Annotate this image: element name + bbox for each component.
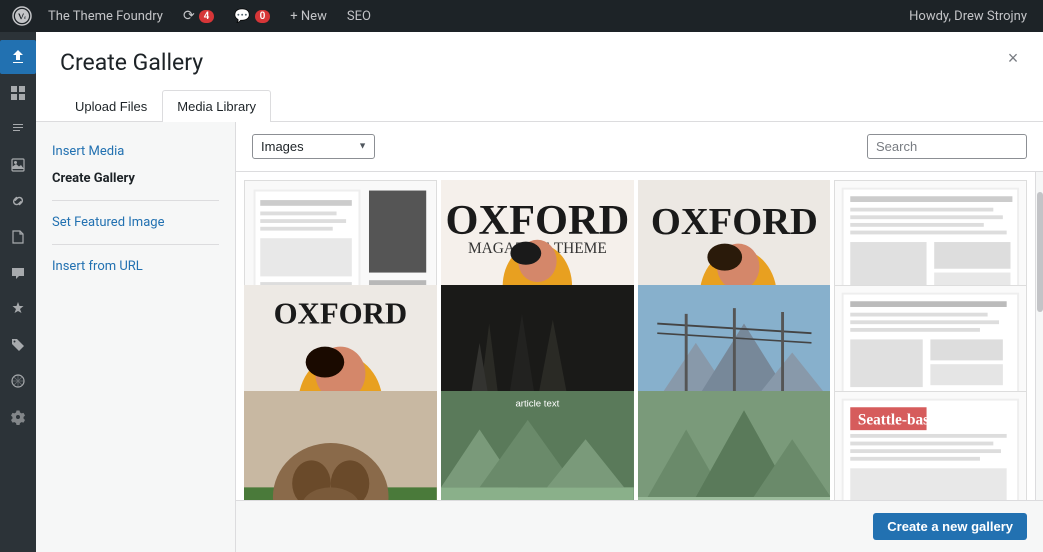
modal-tabs: Upload Files Media Library — [36, 90, 1043, 122]
svg-text:OXFORD: OXFORD — [274, 297, 408, 331]
modal-main-content: Images All Media Items Audio Video — [236, 122, 1043, 552]
scrollbar-thumb[interactable] — [1037, 192, 1043, 312]
sidebar-item-set-featured[interactable]: Set Featured Image — [36, 209, 235, 236]
svg-text:Seattle-based: Seattle-based — [858, 411, 945, 428]
sidebar-icon-appearance[interactable] — [0, 364, 36, 398]
comment-icon: 💬 — [234, 9, 250, 24]
sidebar-icon-pages[interactable] — [0, 220, 36, 254]
sidebar-icon-media[interactable] — [0, 148, 36, 182]
sidebar-item-create-gallery[interactable]: Create Gallery — [36, 165, 235, 192]
tab-upload[interactable]: Upload Files — [60, 90, 162, 122]
sidebar-icon-links[interactable] — [0, 184, 36, 218]
image-thumb[interactable] — [638, 391, 831, 500]
tab-library[interactable]: Media Library — [162, 90, 271, 122]
wp-logo[interactable] — [8, 0, 36, 32]
sidebar-icon-settings[interactable] — [0, 400, 36, 434]
filter-bar: Images All Media Items Audio Video — [236, 122, 1043, 172]
sidebar-icon-tags[interactable] — [0, 328, 36, 362]
site-name: The Theme Foundry — [48, 9, 163, 24]
sidebar-icon-upload[interactable] — [0, 40, 36, 74]
wp-sidebar — [0, 32, 36, 552]
seo-bar-item[interactable]: SEO — [339, 0, 379, 32]
new-bar-item[interactable]: + New — [282, 0, 335, 32]
svg-text:OXFORD: OXFORD — [445, 197, 629, 244]
filter-type-select[interactable]: Images All Media Items Audio Video — [252, 134, 375, 159]
admin-bar-right: Howdy, Drew Strojny — [901, 0, 1035, 32]
search-input[interactable] — [867, 134, 1027, 159]
updates-bar-item[interactable]: ⟳ 4 — [175, 0, 222, 32]
modal-left-sidebar: Insert Media Create Gallery Set Featured… — [36, 122, 236, 552]
modal-body: Insert Media Create Gallery Set Featured… — [36, 122, 1043, 552]
sidebar-icon-comments[interactable] — [0, 256, 36, 290]
comments-bar-item[interactable]: 💬 0 — [226, 0, 278, 32]
sidebar-icon-dashboard[interactable] — [0, 76, 36, 110]
svg-text:OXFORD: OXFORD — [650, 201, 817, 243]
site-name-bar-item[interactable]: The Theme Foundry — [40, 0, 171, 32]
modal-overlay: Create Gallery × Upload Files Media Libr… — [36, 32, 1043, 552]
create-gallery-button[interactable]: Create a new gallery — [873, 513, 1027, 540]
admin-bar: The Theme Foundry ⟳ 4 💬 0 + New SEO Howd… — [0, 0, 1043, 32]
new-label: + New — [290, 9, 327, 24]
modal-header: Create Gallery × — [36, 32, 1043, 90]
create-gallery-modal: Create Gallery × Upload Files Media Libr… — [36, 32, 1043, 552]
image-thumb[interactable] — [244, 391, 437, 500]
sidebar-divider-2 — [52, 244, 219, 245]
sidebar-icon-posts[interactable] — [0, 112, 36, 146]
sidebar-item-insert-url[interactable]: Insert from URL — [36, 253, 235, 280]
image-thumb[interactable]: Seattle-based — [834, 391, 1027, 500]
modal-footer: Create a new gallery — [236, 500, 1043, 552]
update-icon: ⟳ — [183, 8, 195, 24]
sidebar-item-insert-media[interactable]: Insert Media — [36, 138, 235, 165]
update-count: 4 — [199, 10, 215, 23]
svg-text:article text: article text — [515, 398, 559, 409]
close-button[interactable]: × — [999, 44, 1027, 72]
grid-scroll-area: OXFORD MAGAZINE THEME Seattle-based desi… — [236, 172, 1043, 500]
sidebar-divider — [52, 200, 219, 201]
modal-title: Create Gallery — [60, 48, 1019, 78]
comment-count: 0 — [255, 10, 271, 23]
filter-type-wrap: Images All Media Items Audio Video — [252, 134, 375, 159]
howdy-item[interactable]: Howdy, Drew Strojny — [901, 0, 1035, 32]
scrollbar-track[interactable] — [1035, 172, 1043, 500]
howdy-text: Howdy, Drew Strojny — [909, 9, 1027, 24]
seo-label: SEO — [347, 9, 371, 24]
image-thumb[interactable]: article text — [441, 391, 634, 500]
image-grid: OXFORD MAGAZINE THEME Seattle-based desi… — [236, 172, 1035, 500]
sidebar-icon-pin[interactable] — [0, 292, 36, 326]
